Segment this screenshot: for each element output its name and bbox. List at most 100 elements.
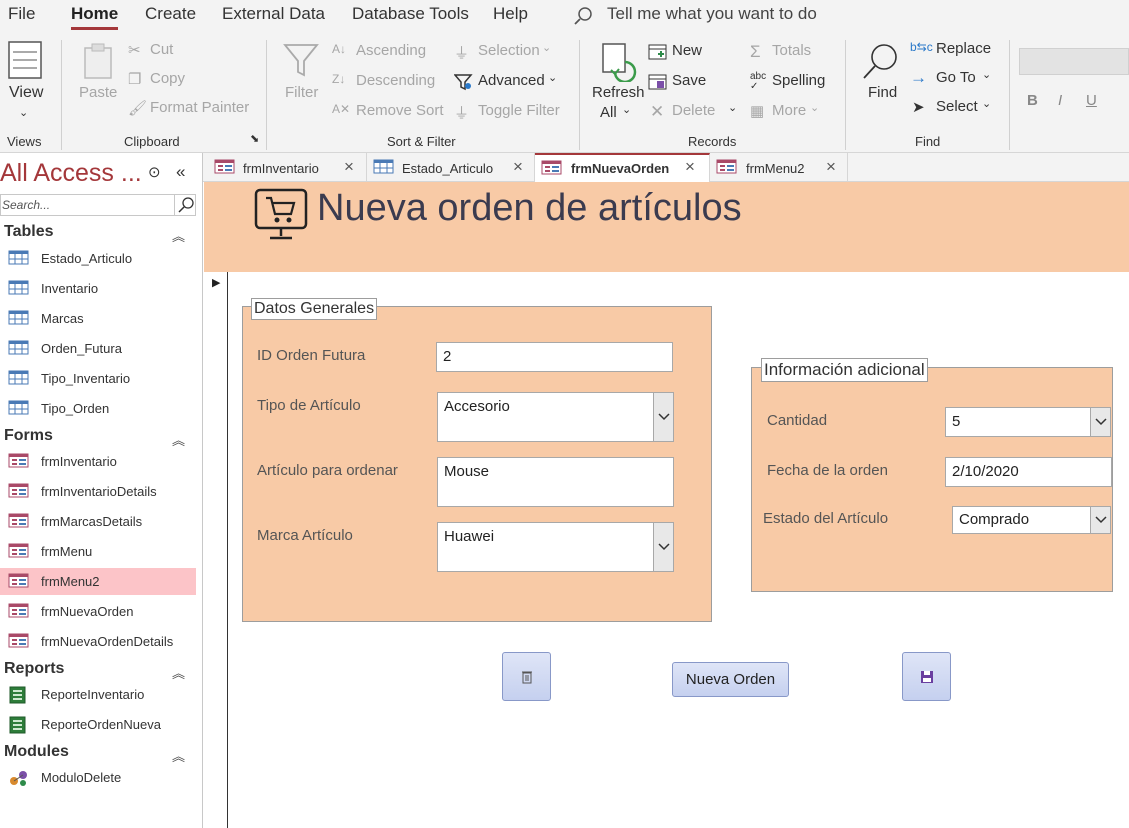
search-icon[interactable] bbox=[178, 197, 194, 213]
save-record-button[interactable]: Save bbox=[648, 72, 738, 92]
nav-form-item[interactable]: frmMenu bbox=[0, 538, 196, 565]
save-button[interactable] bbox=[902, 652, 951, 701]
copy-icon: ❐ bbox=[128, 71, 142, 88]
nav-form-item[interactable]: frmNuevaOrden bbox=[0, 598, 196, 625]
articulo-ordenar-field[interactable]: Mouse bbox=[437, 457, 674, 507]
form-icon bbox=[8, 513, 29, 528]
menu-home[interactable]: Home bbox=[71, 4, 119, 30]
nav-section-reports[interactable]: Reports bbox=[4, 660, 64, 678]
tipo-articulo-combo[interactable]: Accesorio bbox=[437, 392, 674, 442]
record-selector[interactable]: ▶ bbox=[204, 272, 228, 828]
nav-form-item[interactable]: frmInventario bbox=[0, 448, 196, 475]
general-data-title: Datos Generales bbox=[251, 298, 378, 320]
view-button[interactable]: View ⌄ bbox=[4, 38, 44, 138]
fecha-orden-field[interactable]: 2/10/2020 bbox=[945, 457, 1112, 487]
bold-button[interactable]: B bbox=[1027, 92, 1038, 109]
nav-table-item[interactable]: Tipo_Inventario bbox=[0, 365, 196, 392]
spelling-label: Spelling bbox=[772, 72, 826, 89]
collapse-section-icon[interactable]: ︽ bbox=[172, 430, 185, 449]
italic-button[interactable]: I bbox=[1058, 92, 1062, 109]
totals-button[interactable]: Σ Totals bbox=[750, 42, 840, 62]
table-icon bbox=[8, 370, 29, 385]
menu-file[interactable]: File bbox=[8, 4, 35, 24]
collapse-pane-icon[interactable]: « bbox=[176, 162, 185, 182]
estado-articulo-combo[interactable]: Comprado bbox=[952, 506, 1111, 534]
replace-button[interactable]: b⇆c Replace bbox=[910, 40, 1005, 60]
nueva-orden-button[interactable]: Nueva Orden bbox=[672, 662, 789, 697]
filter-label: Filter bbox=[285, 84, 319, 101]
cantidad-combo[interactable]: 5 bbox=[945, 407, 1111, 437]
delete-record-button[interactable]: ✕ Delete ⌄ bbox=[648, 102, 743, 122]
close-icon[interactable]: × bbox=[685, 157, 695, 177]
collapse-section-icon[interactable]: ︽ bbox=[172, 746, 185, 765]
selection-button[interactable]: ⏚ Selection ⌄ bbox=[454, 42, 564, 62]
nav-table-item[interactable]: Orden_Futura bbox=[0, 335, 196, 362]
menu-create[interactable]: Create bbox=[145, 4, 196, 24]
menu-external-data[interactable]: External Data bbox=[222, 4, 325, 24]
id-orden-field[interactable]: 2 bbox=[436, 342, 673, 372]
marca-articulo-label: Marca Artículo bbox=[257, 527, 353, 544]
remove-sort-button[interactable]: A✕ Remove Sort bbox=[332, 102, 444, 122]
collapse-section-icon[interactable]: ︽ bbox=[172, 226, 185, 245]
descending-button[interactable]: Z↓ Descending bbox=[332, 72, 442, 92]
cut-button[interactable]: ✂ Cut bbox=[128, 41, 248, 61]
ascending-button[interactable]: A↓ Ascending bbox=[332, 42, 442, 62]
chevron-down-icon: ⌄ bbox=[982, 69, 992, 81]
nav-form-item[interactable]: frmNuevaOrdenDetails bbox=[0, 628, 196, 655]
delete-button[interactable] bbox=[502, 652, 551, 701]
paste-button[interactable]: Paste bbox=[78, 40, 118, 130]
nav-form-item-selected[interactable]: frmMenu2 bbox=[0, 568, 196, 595]
menu-database-tools[interactable]: Database Tools bbox=[352, 4, 469, 24]
marca-articulo-combo[interactable]: Huawei bbox=[437, 522, 674, 572]
tab-frminventario[interactable]: frmInventario × bbox=[206, 153, 367, 182]
close-icon[interactable]: × bbox=[344, 157, 354, 177]
collapse-section-icon[interactable]: ︽ bbox=[172, 663, 185, 682]
new-record-button[interactable]: New bbox=[648, 42, 738, 62]
nav-form-item[interactable]: frmMarcasDetails bbox=[0, 508, 196, 535]
nav-table-item[interactable]: Tipo_Orden bbox=[0, 395, 196, 422]
nav-menu-icon[interactable]: ⊙ bbox=[148, 163, 161, 181]
nav-module-item[interactable]: ModuloDelete bbox=[0, 764, 196, 791]
menu-help[interactable]: Help bbox=[493, 4, 528, 24]
nav-table-item[interactable]: Marcas bbox=[0, 305, 196, 332]
close-icon[interactable]: × bbox=[826, 157, 836, 177]
refresh-all-button[interactable]: Refresh All ⌄ bbox=[591, 40, 645, 132]
clipboard-icon bbox=[84, 43, 112, 79]
nav-table-item[interactable]: Estado_Articulo bbox=[0, 245, 196, 272]
nav-section-modules[interactable]: Modules bbox=[4, 743, 69, 761]
nav-form-item[interactable]: frmInventarioDetails bbox=[0, 478, 196, 505]
nav-section-tables[interactable]: Tables bbox=[4, 223, 54, 241]
advanced-button[interactable]: Advanced ⌄ bbox=[454, 72, 564, 92]
filter-button[interactable]: Filter bbox=[280, 40, 324, 130]
tipo-articulo-value: Accesorio bbox=[444, 398, 510, 415]
nav-pane-title[interactable]: All Access ... bbox=[0, 159, 142, 188]
module-icon bbox=[10, 771, 27, 786]
advanced-filter-icon bbox=[454, 74, 473, 91]
underline-button[interactable]: U bbox=[1086, 92, 1097, 109]
nav-section-forms[interactable]: Forms bbox=[4, 427, 53, 445]
navigation-pane: All Access ... ⊙ « Search... Tables ︽ Es… bbox=[0, 153, 203, 828]
toggle-filter-button[interactable]: ⏚ Toggle Filter bbox=[454, 102, 566, 122]
dropdown-arrow-icon[interactable] bbox=[1090, 507, 1110, 533]
more-button[interactable]: ▦ More ⌄ bbox=[750, 102, 840, 122]
nav-table-item[interactable]: Inventario bbox=[0, 275, 196, 302]
goto-button[interactable]: → Go To ⌄ bbox=[910, 68, 1005, 89]
tell-me-input[interactable]: Tell me what you want to do bbox=[607, 4, 817, 24]
format-painter-button[interactable]: 🖌 Format Painter bbox=[128, 99, 253, 119]
copy-button[interactable]: ❐ Copy bbox=[128, 70, 248, 90]
font-name-dropdown[interactable] bbox=[1019, 48, 1129, 75]
tab-frmnuevaorden[interactable]: frmNuevaOrden × bbox=[535, 153, 710, 182]
nav-report-item[interactable]: ReporteOrdenNueva bbox=[0, 711, 196, 738]
select-button[interactable]: ➤ Select ⌄ bbox=[910, 98, 1005, 118]
dialog-launcher-icon[interactable]: ⬊ bbox=[250, 132, 259, 145]
close-icon[interactable]: × bbox=[513, 157, 523, 177]
spelling-button[interactable]: abc ✓ Spelling bbox=[750, 72, 840, 92]
nav-report-item[interactable]: ReporteInventario bbox=[0, 681, 196, 708]
dropdown-arrow-icon[interactable] bbox=[653, 523, 673, 571]
tab-estado-articulo[interactable]: Estado_Articulo × bbox=[367, 153, 535, 182]
nav-search-box[interactable]: Search... bbox=[0, 194, 196, 216]
tab-frmmenu2[interactable]: frmMenu2 × bbox=[710, 153, 848, 182]
find-button[interactable]: Find bbox=[862, 40, 902, 130]
dropdown-arrow-icon[interactable] bbox=[653, 393, 673, 441]
dropdown-arrow-icon[interactable] bbox=[1090, 408, 1110, 436]
